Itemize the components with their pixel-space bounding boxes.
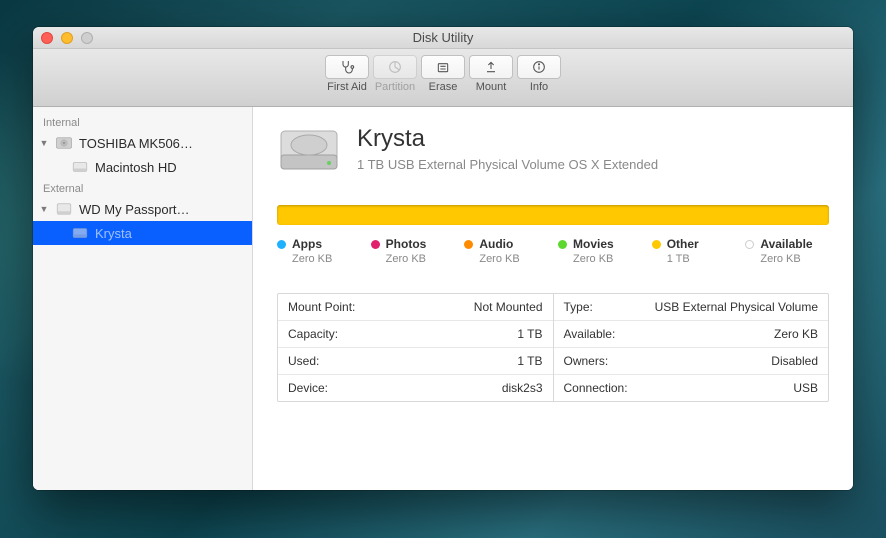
info-key: Used:: [288, 354, 319, 368]
zoom-button[interactable]: [81, 32, 93, 44]
volume-name: Krysta: [357, 125, 658, 153]
mount-button[interactable]: Mount: [469, 55, 513, 93]
legend-dot: [464, 240, 473, 249]
erase-icon: [435, 59, 451, 75]
legend-value: 1 TB: [652, 253, 736, 265]
info-key: Device:: [288, 381, 328, 395]
legend-item: Available Zero KB: [745, 237, 829, 265]
legend-name: Available: [760, 237, 812, 251]
info-grid: Mount Point:Not MountedCapacity:1 TBUsed…: [277, 293, 829, 402]
info-value: Not Mounted: [474, 300, 543, 314]
info-row: Available: Zero KB: [554, 321, 829, 348]
sidebar: Internal ▼ TOSHIBA MK506… Macintosh HD E…: [33, 107, 253, 490]
legend-value: Zero KB: [277, 253, 361, 265]
volume-icon: [71, 159, 89, 175]
legend-item: Photos Zero KB: [371, 237, 455, 265]
legend-item: Movies Zero KB: [558, 237, 642, 265]
legend-name: Photos: [386, 237, 427, 251]
info-key: Capacity:: [288, 327, 338, 341]
info-key: Type:: [564, 300, 593, 314]
info-button[interactable]: Info: [517, 55, 561, 93]
legend-value: Zero KB: [464, 253, 548, 265]
info-value: disk2s3: [502, 381, 543, 395]
info-value: USB External Physical Volume: [655, 300, 818, 314]
legend-dot: [371, 240, 380, 249]
window-title: Disk Utility: [33, 30, 853, 45]
legend-dot: [745, 240, 754, 249]
legend-name: Apps: [292, 237, 322, 251]
info-key: Connection:: [564, 381, 628, 395]
usage-legend: AppsZero KBPhotosZero KBAudioZero KBMovi…: [277, 237, 829, 265]
internal-disk-icon: [55, 135, 73, 151]
legend-value: Zero KB: [745, 253, 829, 265]
info-value: 1 TB: [517, 354, 542, 368]
disclosure-triangle-icon[interactable]: ▼: [39, 204, 49, 214]
legend-value: Zero KB: [371, 253, 455, 265]
first-aid-button[interactable]: First Aid: [325, 55, 369, 93]
info-value: 1 TB: [517, 327, 542, 341]
titlebar: Disk Utility: [33, 27, 853, 49]
disk-utility-window: Disk Utility First Aid Partition Erase M…: [33, 27, 853, 490]
close-button[interactable]: [41, 32, 53, 44]
legend-name: Movies: [573, 237, 614, 251]
toolbar: First Aid Partition Erase Mount Info: [33, 49, 853, 107]
info-row: Owners: Disabled: [554, 348, 829, 375]
main-panel: Krysta 1 TB USB External Physical Volume…: [253, 107, 853, 490]
info-key: Owners:: [564, 354, 609, 368]
info-row: Type: USB External Physical Volume: [554, 294, 829, 321]
erase-button[interactable]: Erase: [421, 55, 465, 93]
stethoscope-icon: [339, 59, 355, 75]
mount-icon: [483, 59, 499, 75]
info-value: Zero KB: [774, 327, 818, 341]
info-row: Connection: USB: [554, 375, 829, 401]
sidebar-item-toshiba[interactable]: ▼ TOSHIBA MK506…: [33, 131, 252, 155]
info-row: Used: 1 TB: [278, 348, 553, 375]
volume-icon: [71, 225, 89, 241]
legend-value: Zero KB: [558, 253, 642, 265]
info-value: USB: [793, 381, 818, 395]
legend-name: Other: [667, 237, 699, 251]
sidebar-item-wd-passport[interactable]: ▼ WD My Passport…: [33, 197, 252, 221]
disclosure-triangle-icon[interactable]: ▼: [39, 138, 49, 148]
legend-item: Other 1 TB: [652, 237, 736, 265]
info-key: Available:: [564, 327, 616, 341]
volume-artwork-icon: [277, 125, 341, 175]
volume-subtitle: 1 TB USB External Physical Volume OS X E…: [357, 157, 658, 172]
info-row: Device: disk2s3: [278, 375, 553, 401]
sidebar-item-macintosh-hd[interactable]: Macintosh HD: [33, 155, 252, 179]
info-key: Mount Point:: [288, 300, 355, 314]
minimize-button[interactable]: [61, 32, 73, 44]
legend-item: Apps Zero KB: [277, 237, 361, 265]
sidebar-internal-header: Internal: [33, 113, 252, 131]
info-row: Capacity: 1 TB: [278, 321, 553, 348]
partition-button: Partition: [373, 55, 417, 93]
info-value: Disabled: [771, 354, 818, 368]
traffic-lights: [41, 32, 93, 44]
external-disk-icon: [55, 201, 73, 217]
usage-bar: [277, 205, 829, 225]
sidebar-external-header: External: [33, 179, 252, 197]
legend-dot: [277, 240, 286, 249]
info-icon: [531, 59, 547, 75]
legend-item: Audio Zero KB: [464, 237, 548, 265]
legend-dot: [652, 240, 661, 249]
legend-dot: [558, 240, 567, 249]
info-row: Mount Point: Not Mounted: [278, 294, 553, 321]
legend-name: Audio: [479, 237, 513, 251]
partition-icon: [387, 59, 403, 75]
sidebar-item-krysta[interactable]: Krysta: [33, 221, 252, 245]
